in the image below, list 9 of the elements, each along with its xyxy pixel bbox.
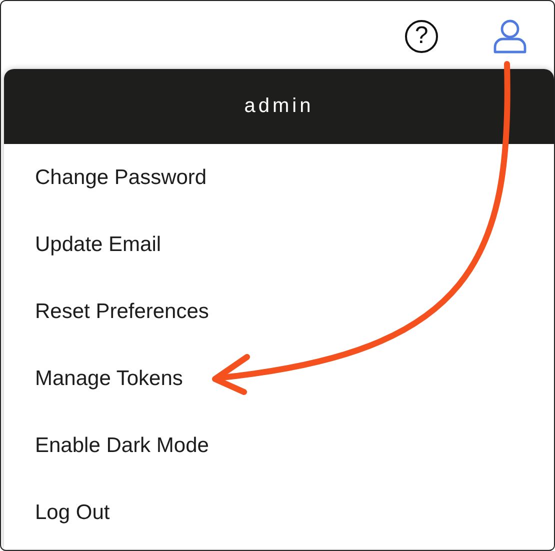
help-button[interactable]: ? bbox=[405, 20, 438, 52]
menu-item[interactable]: Manage Tokens bbox=[4, 345, 554, 412]
menu-item[interactable]: Enable Dark Mode bbox=[4, 412, 554, 479]
menu-item[interactable]: Change Password bbox=[4, 144, 554, 211]
username: admin bbox=[244, 95, 314, 118]
menu-item[interactable]: Reset Preferences bbox=[4, 278, 554, 345]
menu-item[interactable]: Log Out bbox=[4, 479, 554, 546]
user-icon[interactable] bbox=[492, 18, 528, 54]
menu-item[interactable]: Update Email bbox=[4, 211, 554, 278]
